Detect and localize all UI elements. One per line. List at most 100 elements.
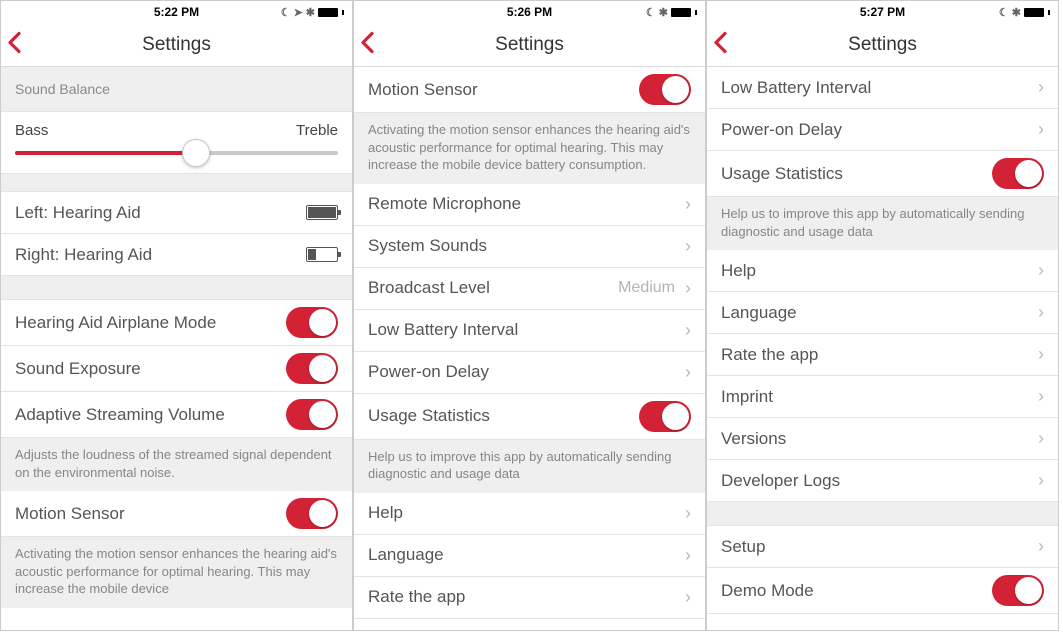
status-time: 5:22 PM [154, 5, 199, 19]
broadcast-label: Broadcast Level [368, 278, 618, 298]
row-versions[interactable]: Versions › [707, 418, 1058, 460]
chevron-left-icon [713, 31, 729, 53]
motion-toggle[interactable] [639, 74, 691, 105]
status-bar: 5:22 PM ☾ ➤ ✱ [1, 1, 352, 23]
exposure-toggle[interactable] [286, 353, 338, 384]
row-adaptive-volume[interactable]: Adaptive Streaming Volume [1, 392, 352, 438]
section-gap [707, 502, 1058, 526]
row-broadcast-level[interactable]: Broadcast Level Medium › [354, 268, 705, 310]
row-rate-app[interactable]: Rate the app › [354, 577, 705, 619]
row-usage-statistics[interactable]: Usage Statistics [354, 394, 705, 440]
row-rate-app[interactable]: Rate the app › [707, 334, 1058, 376]
moon-icon: ☾ [281, 6, 291, 19]
section-header-sound-balance: Sound Balance [1, 67, 352, 112]
left-device-label: Left: Hearing Aid [15, 203, 306, 223]
usage-toggle[interactable] [992, 158, 1044, 189]
chevron-right-icon: › [685, 236, 691, 257]
usage-footer: Help us to improve this app by automatic… [707, 197, 1058, 250]
language-label: Language [368, 545, 681, 565]
chevron-right-icon: › [685, 503, 691, 524]
chevron-right-icon: › [685, 194, 691, 215]
row-help[interactable]: Help › [707, 250, 1058, 292]
usage-label: Usage Statistics [721, 164, 992, 184]
usage-toggle[interactable] [639, 401, 691, 432]
exposure-label: Sound Exposure [15, 359, 286, 379]
row-system-sounds[interactable]: System Sounds › [354, 226, 705, 268]
nav-bar: Settings [707, 23, 1058, 67]
battery-icon [306, 205, 338, 220]
page-title: Settings [848, 34, 917, 56]
row-motion-sensor[interactable]: Motion Sensor [1, 491, 352, 537]
battery-icon [318, 8, 338, 17]
row-demo-mode[interactable]: Demo Mode [707, 568, 1058, 614]
slider-label-left: Bass [15, 122, 48, 139]
row-remote-microphone[interactable]: Remote Microphone › [354, 184, 705, 226]
motion-footer: Activating the motion sensor enhances th… [1, 537, 352, 608]
motion-toggle[interactable] [286, 498, 338, 529]
row-low-battery-interval[interactable]: Low Battery Interval › [707, 67, 1058, 109]
remote-mic-label: Remote Microphone [368, 194, 681, 214]
right-device-label: Right: Hearing Aid [15, 245, 306, 265]
back-button[interactable] [7, 31, 23, 58]
usage-label: Usage Statistics [368, 406, 639, 426]
row-airplane-mode[interactable]: Hearing Aid Airplane Mode [1, 300, 352, 346]
airplane-label: Hearing Aid Airplane Mode [15, 313, 286, 333]
row-setup[interactable]: Setup › [707, 526, 1058, 568]
battery-icon [671, 8, 691, 17]
row-developer-logs[interactable]: Developer Logs › [707, 460, 1058, 502]
battery-icon [1024, 8, 1044, 17]
rate-label: Rate the app [721, 345, 1034, 365]
chevron-right-icon: › [1038, 536, 1044, 557]
chevron-right-icon: › [1038, 302, 1044, 323]
row-sound-exposure[interactable]: Sound Exposure [1, 346, 352, 392]
slider-thumb[interactable] [182, 139, 210, 167]
row-low-battery-interval[interactable]: Low Battery Interval › [354, 310, 705, 352]
sound-balance-slider[interactable] [15, 151, 338, 155]
chevron-right-icon: › [1038, 119, 1044, 140]
devlogs-label: Developer Logs [721, 471, 1034, 491]
airplane-toggle[interactable] [286, 307, 338, 338]
imprint-label: Imprint [721, 387, 1034, 407]
slider-label-right: Treble [296, 122, 338, 139]
row-power-on-delay[interactable]: Power-on Delay › [707, 109, 1058, 151]
chevron-right-icon: › [685, 545, 691, 566]
screen-3: 5:27 PM ☾ ✱ Settings Low Battery Interva… [706, 0, 1059, 631]
low-battery-label: Low Battery Interval [368, 320, 681, 340]
language-label: Language [721, 303, 1034, 323]
adaptive-toggle[interactable] [286, 399, 338, 430]
power-on-label: Power-on Delay [368, 362, 681, 382]
chevron-right-icon: › [1038, 260, 1044, 281]
row-imprint[interactable]: Imprint › [707, 376, 1058, 418]
moon-icon: ☾ [999, 6, 1009, 19]
demo-toggle[interactable] [992, 575, 1044, 606]
versions-label: Versions [721, 429, 1034, 449]
adaptive-label: Adaptive Streaming Volume [15, 405, 286, 425]
back-button[interactable] [360, 31, 376, 58]
moon-icon: ☾ [646, 6, 656, 19]
row-right-device[interactable]: Right: Hearing Aid [1, 234, 352, 276]
content: Motion Sensor Activating the motion sens… [354, 67, 705, 630]
content: Sound Balance Bass Treble Left: Hearing … [1, 67, 352, 630]
chevron-left-icon [7, 31, 23, 53]
status-icons: ☾ ➤ ✱ [281, 6, 344, 19]
status-time: 5:27 PM [860, 5, 905, 19]
slider-fill [15, 151, 196, 155]
row-motion-sensor[interactable]: Motion Sensor [354, 67, 705, 113]
section-gap [1, 276, 352, 300]
status-time: 5:26 PM [507, 5, 552, 19]
row-usage-statistics[interactable]: Usage Statistics [707, 151, 1058, 197]
chevron-right-icon: › [1038, 470, 1044, 491]
row-help[interactable]: Help › [354, 493, 705, 535]
battery-icon [306, 247, 338, 262]
bluetooth-icon: ✱ [1012, 6, 1021, 19]
row-language[interactable]: Language › [354, 535, 705, 577]
row-language[interactable]: Language › [707, 292, 1058, 334]
row-power-on-delay[interactable]: Power-on Delay › [354, 352, 705, 394]
chevron-right-icon: › [1038, 344, 1044, 365]
status-bar: 5:27 PM ☾ ✱ [707, 1, 1058, 23]
help-label: Help [368, 503, 681, 523]
system-sounds-label: System Sounds [368, 236, 681, 256]
back-button[interactable] [713, 31, 729, 58]
row-left-device[interactable]: Left: Hearing Aid [1, 192, 352, 234]
motion-label: Motion Sensor [368, 80, 639, 100]
